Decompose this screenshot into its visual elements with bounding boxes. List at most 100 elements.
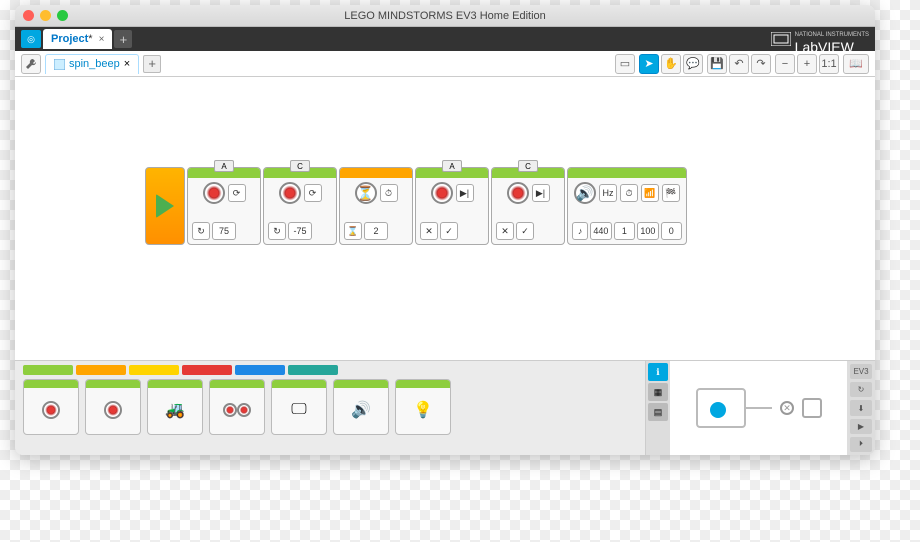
save-button[interactable]: 💾 xyxy=(707,54,727,74)
add-file-button[interactable]: + xyxy=(143,55,161,73)
menubar: ◎ Project* × + NATIONAL INSTRUMENTSLabVI… xyxy=(15,27,875,51)
close-project-icon[interactable]: × xyxy=(99,34,105,45)
motor-block-c-on[interactable]: C ⟳ ↻-75 xyxy=(263,167,337,245)
power-value[interactable]: -75 xyxy=(288,222,312,240)
add-project-button[interactable]: + xyxy=(114,30,132,48)
motor-block-c-off[interactable]: C ▶| ✕✓ xyxy=(491,167,565,245)
hardware-panel: ℹ ▦ ▤ ✕ EV3 ↻ ⬇ ▶ ⏵ xyxy=(645,361,875,455)
timer-icon[interactable]: ⏱ xyxy=(620,184,638,202)
hw-tab-ports[interactable]: ▦ xyxy=(648,383,668,401)
palette-sound[interactable]: 🔊 xyxy=(333,379,389,435)
zoom-window-button[interactable] xyxy=(57,10,68,21)
stop-icon[interactable]: ▶| xyxy=(456,184,474,202)
file-icon xyxy=(54,59,65,70)
project-tab[interactable]: Project* × xyxy=(43,29,112,49)
ev3-logo-icon[interactable]: ◎ xyxy=(21,30,41,48)
volume-icon[interactable]: 📶 xyxy=(641,184,659,202)
program-chain: A ⟳ ↻75 C ⟳ ↻-75 ⏳⏱ ⌛2 xyxy=(145,167,689,245)
run-selected-button[interactable]: ⏵ xyxy=(850,437,872,452)
zoom-out-button[interactable]: − xyxy=(775,54,795,74)
ev3-label: EV3 xyxy=(850,364,872,379)
file-tab[interactable]: spin_beep × xyxy=(45,54,139,74)
brake-false[interactable]: ✕ xyxy=(420,222,438,240)
brake-true[interactable]: ✓ xyxy=(440,222,458,240)
motor-block-a-on[interactable]: A ⟳ ↻75 xyxy=(187,167,261,245)
redo-button[interactable]: ↷ xyxy=(751,54,771,74)
palette-display[interactable]: 🖵 xyxy=(271,379,327,435)
pointer-tool[interactable]: ➤ xyxy=(639,54,659,74)
play-value[interactable]: 0 xyxy=(661,222,682,240)
mode-icon[interactable]: ⟳ xyxy=(304,184,322,202)
download-button[interactable]: ⬇ xyxy=(850,400,872,415)
brake-true[interactable]: ✓ xyxy=(516,222,534,240)
direction-icon[interactable]: ↻ xyxy=(268,222,286,240)
hw-tab-brick[interactable]: ℹ xyxy=(648,363,668,381)
palette-medium-motor[interactable] xyxy=(23,379,79,435)
note-icon[interactable]: ♪ xyxy=(572,222,588,240)
start-block[interactable] xyxy=(145,167,185,245)
seconds-value[interactable]: 2 xyxy=(364,222,388,240)
port-label[interactable]: C xyxy=(290,160,310,172)
disconnected-icon: ✕ xyxy=(780,401,794,415)
speaker-icon: 🔊 xyxy=(574,182,596,204)
hardware-view[interactable]: ✕ xyxy=(670,361,847,455)
port-label[interactable]: A xyxy=(214,160,234,172)
palette-tabs xyxy=(23,365,637,375)
play-icon xyxy=(156,194,174,218)
stop-icon[interactable]: ▶| xyxy=(532,184,550,202)
brake-false[interactable]: ✕ xyxy=(496,222,514,240)
power-value[interactable]: 75 xyxy=(212,222,236,240)
wrench-button[interactable] xyxy=(21,54,41,74)
palette-tab-advanced[interactable] xyxy=(235,365,285,375)
dirty-indicator: * xyxy=(88,33,92,45)
hw-tab-available[interactable]: ▤ xyxy=(648,403,668,421)
canvas[interactable]: A ⟳ ↻75 C ⟳ ↻-75 ⏳⏱ ⌛2 xyxy=(15,77,875,360)
undo-button[interactable]: ↶ xyxy=(729,54,749,74)
zoom-in-button[interactable]: + xyxy=(797,54,817,74)
palette-tab-data[interactable] xyxy=(182,365,232,375)
comment-tool[interactable]: 💬 xyxy=(683,54,703,74)
port-label[interactable]: C xyxy=(518,160,538,172)
run-button[interactable]: ▶ xyxy=(850,419,872,434)
dur-value[interactable]: 1 xyxy=(614,222,635,240)
refresh-button[interactable]: ↻ xyxy=(850,382,872,397)
wrench-icon xyxy=(25,58,37,70)
usb-icon xyxy=(802,398,822,418)
project-name: Project xyxy=(51,33,88,45)
palette-tab-sensor[interactable] xyxy=(129,365,179,375)
palette-move-tank[interactable] xyxy=(209,379,265,435)
mode-icon[interactable]: ⟳ xyxy=(228,184,246,202)
brick-icon xyxy=(696,388,746,428)
sound-block[interactable]: 🔊Hz⏱📶🏁 ♪44011000 xyxy=(567,167,687,245)
pan-tool[interactable]: ✋ xyxy=(661,54,681,74)
motor-icon xyxy=(203,182,225,204)
palette-tab-action[interactable] xyxy=(23,365,73,375)
help-button[interactable]: 📖 xyxy=(843,54,869,74)
close-window-button[interactable] xyxy=(23,10,34,21)
hz-label[interactable]: Hz xyxy=(599,184,617,202)
flag-icon[interactable]: 🏁 xyxy=(662,184,680,202)
palette-brick-status[interactable]: 💡 xyxy=(395,379,451,435)
motor-icon xyxy=(431,182,453,204)
palette-large-motor[interactable] xyxy=(85,379,141,435)
freq-value[interactable]: 440 xyxy=(590,222,611,240)
window-title: LEGO MINDSTORMS EV3 Home Edition xyxy=(15,10,875,22)
timer-icon[interactable]: ⏱ xyxy=(380,184,398,202)
motor-icon xyxy=(507,182,529,204)
motor-block-a-off[interactable]: A ▶| ✕✓ xyxy=(415,167,489,245)
select-icon-button[interactable]: ▭ xyxy=(615,54,635,74)
file-name: spin_beep xyxy=(69,58,120,70)
port-label[interactable]: A xyxy=(442,160,462,172)
vol-value[interactable]: 100 xyxy=(637,222,658,240)
zoom-reset-button[interactable]: 1:1 xyxy=(819,54,839,74)
block-palette: 🚜 🖵 🔊 💡 xyxy=(15,361,645,455)
direction-icon[interactable]: ↻ xyxy=(192,222,210,240)
wait-block[interactable]: ⏳⏱ ⌛2 xyxy=(339,167,413,245)
minimize-window-button[interactable] xyxy=(40,10,51,21)
palette-tab-myblocks[interactable] xyxy=(288,365,338,375)
mode-icon[interactable]: ⌛ xyxy=(344,222,362,240)
palette-move-steering[interactable]: 🚜 xyxy=(147,379,203,435)
motor-icon xyxy=(279,182,301,204)
close-file-icon[interactable]: × xyxy=(124,58,130,70)
palette-tab-flow[interactable] xyxy=(76,365,126,375)
